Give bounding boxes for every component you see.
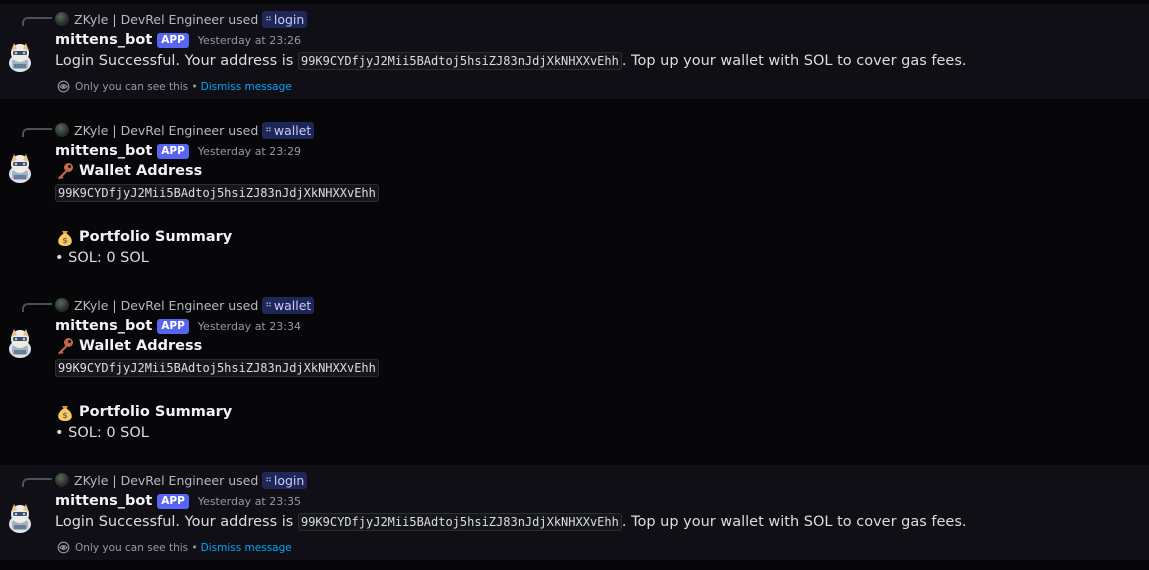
message-header: mittens_bot APP Yesterday at 23:35 — [55, 491, 301, 511]
slash-command-chip[interactable]: ⠶ wallet — [262, 121, 315, 139]
author-name[interactable]: mittens_bot — [55, 32, 152, 48]
money-bag-emoji: $ — [58, 231, 72, 246]
reply-username[interactable]: ZKyle | DevRel Engineer — [74, 473, 224, 488]
portfolio-heading-line: $ Portfolio Summary — [55, 227, 232, 247]
command-reply-header[interactable]: ZKyle | DevRel Engineer used ⠶ login — [55, 10, 308, 28]
message-wallet-1: ZKyle | DevRel Engineer used ⠶ wallet mi… — [0, 115, 1149, 275]
ephemeral-text: Only you can see this • — [75, 541, 198, 554]
portfolio-summary-heading: Portfolio Summary — [79, 229, 233, 245]
user-avatar-small[interactable] — [55, 12, 69, 26]
wallet-address-heading: Wallet Address — [79, 163, 203, 179]
message-timestamp[interactable]: Yesterday at 23:29 — [198, 145, 301, 158]
portfolio-summary-heading: Portfolio Summary — [79, 404, 233, 420]
wallet-address-code: 99K9CYDfjyJ2Mii5BAdtoj5hsiZJ83nJdjXkNHXX… — [297, 513, 622, 531]
message-header: mittens_bot APP Yesterday at 23:26 — [55, 30, 301, 50]
message-content: Login Successful. Your address is 99K9CY… — [55, 52, 967, 70]
reply-used-label: used — [228, 472, 259, 488]
author-name[interactable]: mittens_bot — [55, 493, 152, 509]
author-name[interactable]: mittens_bot — [55, 318, 152, 334]
slash-command-icon: ⠶ — [265, 125, 272, 135]
command-reply-header[interactable]: ZKyle | DevRel Engineer used ⠶ login — [55, 471, 308, 489]
slash-command-icon: ⠶ — [265, 300, 272, 310]
app-badge: APP — [157, 493, 189, 509]
slash-command-label: wallet — [273, 122, 312, 138]
message-header: mittens_bot APP Yesterday at 23:29 — [55, 141, 301, 161]
wallet-address-code: 99K9CYDfjyJ2Mii5BAdtoj5hsiZJ83nJdjXkNHXX… — [297, 52, 622, 70]
money-bag-emoji: $ — [58, 406, 72, 421]
wallet-address-code: 99K9CYDfjyJ2Mii5BAdtoj5hsiZJ83nJdjXkNHXX… — [55, 359, 379, 377]
user-avatar-small[interactable] — [55, 473, 69, 487]
reply-connector — [22, 17, 52, 26]
slash-command-label: login — [273, 472, 305, 488]
message-timestamp[interactable]: Yesterday at 23:34 — [198, 320, 301, 333]
author-name[interactable]: mittens_bot — [55, 143, 152, 159]
eye-icon — [57, 541, 70, 554]
reply-used-label: used — [228, 297, 259, 313]
slash-command-label: login — [273, 11, 305, 27]
slash-command-chip[interactable]: ⠶ login — [262, 10, 308, 28]
slash-command-icon: ⠶ — [265, 475, 272, 485]
slash-command-label: wallet — [273, 297, 312, 313]
bot-avatar[interactable] — [5, 41, 35, 73]
reply-username[interactable]: ZKyle | DevRel Engineer — [74, 298, 224, 313]
sol-balance: • SOL: 0 SOL — [55, 425, 149, 441]
wallet-address-heading: Wallet Address — [79, 338, 203, 354]
reply-connector — [22, 478, 52, 487]
svg-text:$: $ — [62, 411, 68, 420]
ephemeral-text: Only you can see this • — [75, 80, 198, 93]
wallet-address-line: 99K9CYDfjyJ2Mii5BAdtoj5hsiZJ83nJdjXkNHXX… — [55, 184, 379, 202]
command-reply-header[interactable]: ZKyle | DevRel Engineer used ⠶ wallet — [55, 121, 315, 139]
wallet-heading-line: Wallet Address — [55, 161, 202, 181]
message-text-tail: . Top up your wallet with SOL to cover g… — [621, 514, 967, 530]
sol-balance-line: • SOL: 0 SOL — [55, 425, 149, 441]
slash-command-chip[interactable]: ⠶ login — [262, 471, 308, 489]
key-emoji — [58, 338, 73, 355]
dismiss-message-link[interactable]: Dismiss message — [201, 542, 292, 554]
message-login-1: ZKyle | DevRel Engineer used ⠶ login mit… — [0, 4, 1149, 99]
wallet-heading-line: Wallet Address — [55, 336, 202, 356]
dismiss-message-link[interactable]: Dismiss message — [201, 81, 292, 93]
sol-balance-line: • SOL: 0 SOL — [55, 250, 149, 266]
eye-icon — [57, 80, 70, 93]
reply-connector — [22, 128, 52, 137]
portfolio-heading-line: $ Portfolio Summary — [55, 402, 232, 422]
slash-command-icon: ⠶ — [265, 14, 272, 24]
message-header: mittens_bot APP Yesterday at 23:34 — [55, 316, 301, 336]
key-emoji — [58, 163, 73, 180]
slash-command-chip[interactable]: ⠶ wallet — [262, 296, 315, 314]
message-timestamp[interactable]: Yesterday at 23:35 — [198, 495, 301, 508]
reply-used-label: used — [228, 122, 259, 138]
message-text: Login Successful. Your address is — [55, 53, 298, 69]
reply-username[interactable]: ZKyle | DevRel Engineer — [74, 12, 224, 27]
user-avatar-small[interactable] — [55, 298, 69, 312]
svg-text:$: $ — [62, 236, 68, 245]
reply-used-label: used — [228, 11, 259, 27]
bot-avatar[interactable] — [5, 152, 35, 184]
user-avatar-small[interactable] — [55, 123, 69, 137]
wallet-address-code: 99K9CYDfjyJ2Mii5BAdtoj5hsiZJ83nJdjXkNHXX… — [55, 184, 379, 202]
ephemeral-notice: Only you can see this • Dismiss message — [57, 80, 292, 93]
reply-username[interactable]: ZKyle | DevRel Engineer — [74, 123, 224, 138]
command-reply-header[interactable]: ZKyle | DevRel Engineer used ⠶ wallet — [55, 296, 315, 314]
bot-avatar[interactable] — [5, 327, 35, 359]
message-text-tail: . Top up your wallet with SOL to cover g… — [621, 53, 967, 69]
app-badge: APP — [157, 318, 189, 334]
reply-connector — [22, 303, 52, 312]
sol-balance: • SOL: 0 SOL — [55, 250, 149, 266]
bot-avatar[interactable] — [5, 502, 35, 534]
message-login-2: ZKyle | DevRel Engineer used ⠶ login mit… — [0, 465, 1149, 560]
message-text: Login Successful. Your address is — [55, 514, 298, 530]
message-content: Login Successful. Your address is 99K9CY… — [55, 513, 967, 531]
message-timestamp[interactable]: Yesterday at 23:26 — [198, 34, 301, 47]
ephemeral-notice: Only you can see this • Dismiss message — [57, 541, 292, 554]
app-badge: APP — [157, 143, 189, 159]
wallet-address-line: 99K9CYDfjyJ2Mii5BAdtoj5hsiZJ83nJdjXkNHXX… — [55, 359, 379, 377]
message-wallet-2: ZKyle | DevRel Engineer used ⠶ wallet mi… — [0, 290, 1149, 450]
app-badge: APP — [157, 32, 189, 48]
